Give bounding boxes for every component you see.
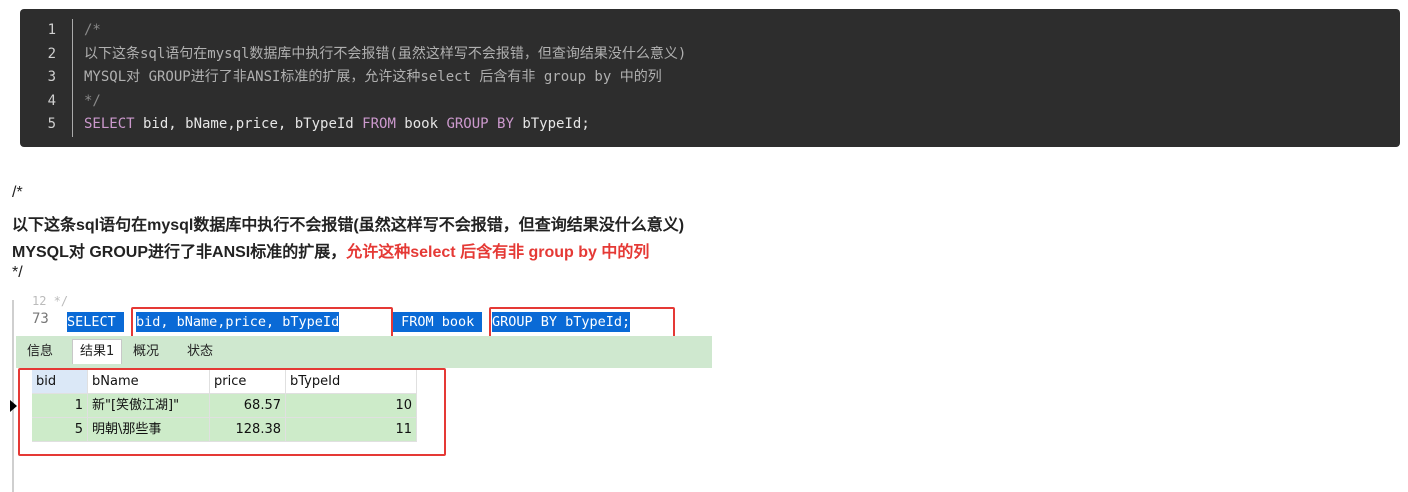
- previous-line: 12 */: [32, 294, 69, 308]
- code-line-sql: SELECT bid, bName,price, bTypeId FROM bo…: [84, 113, 1390, 137]
- sql-group-column: bTypeId;: [513, 116, 590, 133]
- query-screenshot: 12 */ 73 SELECT bid, bName,price, bTypeI…: [10, 294, 712, 492]
- highlight-box-group-by: [489, 307, 675, 339]
- gutter-divider: [72, 19, 73, 137]
- current-row-indicator-icon: [10, 400, 17, 412]
- code-line-comment-close: */: [84, 92, 101, 109]
- explain-comment-close: */: [12, 264, 23, 281]
- code-line-comment: 以下这条sql语句在mysql数据库中执行不会报错(虽然这样写不会报错，但查询结…: [84, 45, 687, 62]
- tab-overview[interactable]: 概况: [126, 340, 166, 364]
- sql-keyword-select: SELECT: [84, 116, 135, 133]
- code-line-comment-open: /*: [84, 22, 101, 38]
- code-line-comment: MYSQL对 GROUP进行了非ANSI标准的扩展，允许这种select 后含有…: [84, 69, 662, 86]
- highlight-box-columns: [131, 307, 393, 339]
- line-number: 4: [47, 92, 56, 109]
- explain-line-2: MYSQL对 GROUP进行了非ANSI标准的扩展，允许这种select 后含有…: [12, 238, 649, 262]
- explain-line-2-text: MYSQL对 GROUP进行了非ANSI标准的扩展，: [12, 244, 347, 261]
- code-lines: /* 以下这条sql语句在mysql数据库中执行不会报错(虽然这样写不会报错，但…: [84, 19, 1390, 137]
- explain-comment-open: /*: [12, 184, 23, 201]
- explain-line-1: 以下这条sql语句在mysql数据库中执行不会报错(虽然这样写不会报错，但查询结…: [12, 217, 685, 234]
- sql-table: book: [395, 116, 447, 133]
- sql-keyword-group-by: GROUP BY: [446, 116, 514, 133]
- selected-select-keyword[interactable]: SELECT: [67, 312, 124, 332]
- explain-line-2-highlight: 允许这种select 后含有非 group by 中的列: [346, 244, 650, 261]
- line-number: 5: [47, 116, 56, 133]
- code-block: 1 2 3 4 5 /* 以下这条sql语句在mysql数据库中执行不会报错(虽…: [20, 9, 1400, 147]
- tab-result-1[interactable]: 结果1: [72, 339, 123, 364]
- editor-left-border: [12, 300, 14, 492]
- selected-from-table[interactable]: FROM book: [393, 312, 483, 332]
- result-tab-bar: 信息 结果1 概况 状态: [16, 336, 712, 368]
- line-number-gutter: 1 2 3 4 5: [20, 19, 64, 137]
- sql-keyword-from: FROM: [362, 116, 396, 133]
- tab-status[interactable]: 状态: [180, 340, 220, 364]
- line-number: 2: [47, 45, 56, 62]
- tab-info[interactable]: 信息: [20, 340, 60, 364]
- line-number: 3: [47, 69, 56, 86]
- highlight-box-results: [18, 368, 446, 456]
- editor-line-number: 73: [32, 311, 49, 327]
- sql-columns: bid, bName,price, bTypeId: [134, 116, 363, 133]
- line-number: 1: [47, 22, 56, 38]
